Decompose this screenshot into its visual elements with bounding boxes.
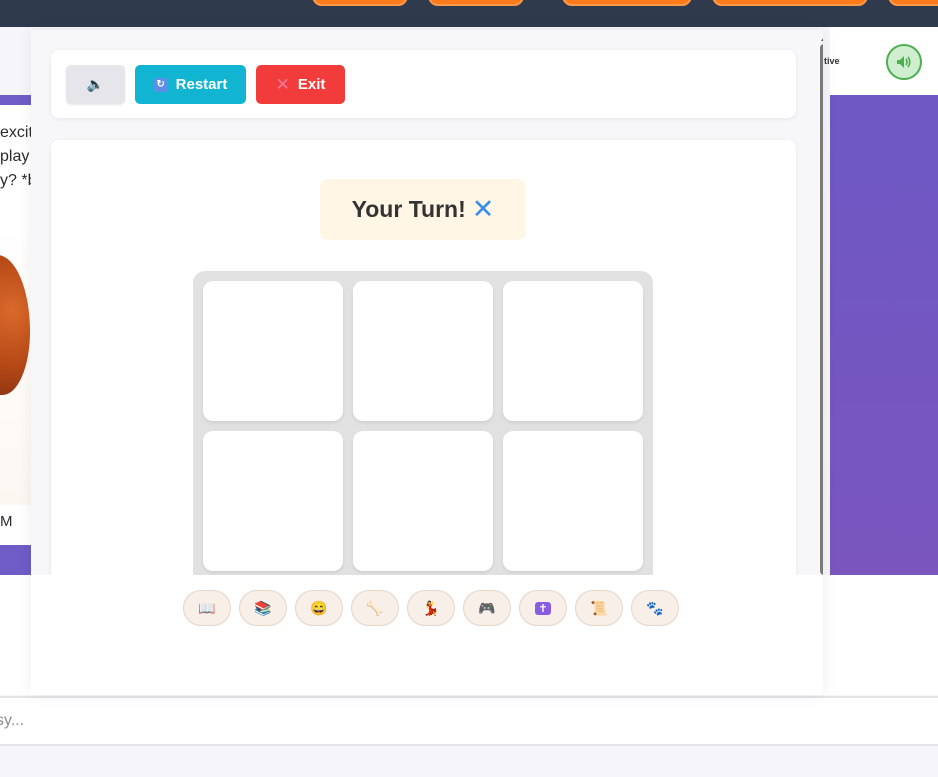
right-purple-panel [830,95,938,575]
emoji-button[interactable]: 🦴 [351,590,399,626]
nav-pill[interactable] [888,0,938,6]
bone-icon: 🦴 [366,599,384,616]
board-cell[interactable] [353,431,493,571]
books-icon: 📚 [254,599,272,616]
turn-text: Your Turn! [351,196,466,222]
chat-text-fragment: play [0,148,30,165]
nav-pill[interactable] [312,0,408,6]
scroll-icon: 📜 [590,599,608,616]
tic-tac-toe-grid [193,271,653,575]
message-input[interactable] [0,706,938,736]
nav-pill[interactable] [428,0,524,6]
exit-label: Exit [297,76,326,93]
chat-timestamp-fragment: M [0,513,13,530]
x-symbol-icon: ✕ [471,194,495,224]
emoji-button[interactable]: 📚 [239,590,287,626]
scroll-up-arrow-icon[interactable] [821,34,823,41]
restart-label: Restart [175,76,228,93]
emoji-button[interactable]: 😄 [295,590,343,626]
mute-button[interactable]: 🔈 [66,65,125,104]
cross-icon: ✝ [535,601,551,615]
board-cell[interactable] [503,431,643,571]
gamepad-icon: 🎮 [478,599,496,616]
character-hair [0,255,30,395]
speaker-muted-icon: 🔈 [86,76,105,92]
laughing-face-icon: 😄 [310,599,328,616]
board-cell[interactable] [203,281,343,421]
emoji-button[interactable]: 📖 [183,590,231,626]
emoji-quick-actions: 📖 📚 😄 🦴 💃 🎮 ✝ 📜 🐾 [183,590,679,626]
emoji-button[interactable]: 🐾 [631,590,679,626]
board-cell[interactable] [503,281,643,421]
dancer-icon: 💃 [422,599,440,616]
modal-scrollbar[interactable] [819,30,823,575]
status-label-fragment: tive [824,56,840,66]
top-nav-bar [0,0,938,27]
sound-toggle-button[interactable] [886,44,922,80]
turn-indicator: Your Turn! ✕ [320,179,526,240]
emoji-button[interactable]: 🎮 [463,590,511,626]
emoji-button[interactable]: 💃 [407,590,455,626]
exit-button[interactable]: ✕ Exit [256,65,345,104]
nav-pill[interactable] [562,0,692,6]
scroll-thumb[interactable] [820,44,823,575]
restart-button[interactable]: ↻ Restart [135,65,246,104]
emoji-button[interactable]: ✝ [519,590,567,626]
game-modal: 🔈 ↻ Restart ✕ Exit Your Turn! ✕ 📖 📚 😄 🦴 … [31,30,823,695]
modal-scroll-area: 🔈 ↻ Restart ✕ Exit Your Turn! ✕ [31,30,823,575]
emoji-button[interactable]: 📜 [575,590,623,626]
nav-pill[interactable] [712,0,868,6]
board-cell[interactable] [203,431,343,571]
message-input-bar [0,696,938,746]
game-controls-card: 🔈 ↻ Restart ✕ Exit [51,50,796,118]
speaker-icon [897,56,911,68]
close-icon: ✕ [275,74,290,94]
chat-text-fragment: excit [0,124,33,141]
character-image [0,225,34,505]
board-cell[interactable] [353,281,493,421]
book-icon: 📖 [198,599,216,616]
paw-icon: 🐾 [646,599,664,616]
restart-icon: ↻ [153,77,168,92]
game-board-card: Your Turn! ✕ [51,140,796,575]
